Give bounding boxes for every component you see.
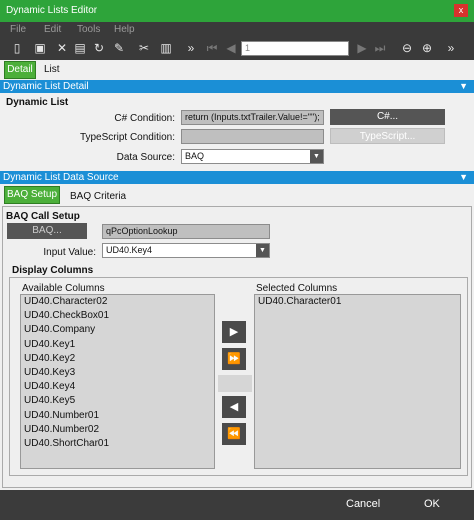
stack-icon[interactable]: ▤ <box>73 41 87 55</box>
first-record-icon[interactable]: ⏮ <box>205 41 219 55</box>
next-record-icon[interactable]: ▶ <box>355 41 369 55</box>
list-item[interactable]: UD40.Company <box>21 323 214 337</box>
csharp-condition-label: C# Condition: <box>114 113 175 124</box>
menu-bar: File Edit Tools Help <box>0 22 474 38</box>
title-bar: Dynamic Lists Editor x <box>0 0 474 22</box>
data-source-section-title: Dynamic List Data Source <box>3 172 119 183</box>
paste-icon[interactable]: ▥ <box>159 41 173 55</box>
menu-tools[interactable]: Tools <box>77 24 100 35</box>
baq-id-field[interactable]: qPcOptionLookup <box>102 224 270 239</box>
display-columns-title: Display Columns <box>12 265 94 276</box>
toolbar: ▯ ▣ ✕ ▤ ↻ ✎ ✂ ▥ » ⏮ ◀ 1 ▶ ⏭ ⊖ ⊕ » <box>0 38 474 60</box>
cut-icon[interactable]: ✂ <box>137 41 151 55</box>
save-icon[interactable]: ▣ <box>33 41 47 55</box>
group-title: Dynamic List <box>6 97 69 108</box>
list-item[interactable]: UD40.Key2 <box>21 352 214 366</box>
csharp-button[interactable]: C#... <box>330 109 445 125</box>
ok-button[interactable]: OK <box>424 498 440 510</box>
close-button[interactable]: x <box>454 4 468 17</box>
list-item[interactable]: UD40.Key3 <box>21 366 214 380</box>
tab-list[interactable]: List <box>44 64 60 75</box>
forward-icon[interactable]: ⊕ <box>420 41 434 55</box>
data-source-value: BAQ <box>185 151 205 161</box>
remove-column-button[interactable]: ◀ <box>222 396 246 418</box>
tab-baq-setup[interactable]: BAQ Setup <box>4 186 60 204</box>
list-item[interactable]: UD40.Number01 <box>21 409 214 423</box>
input-value-select[interactable]: UD40.Key4 ▼ <box>102 243 270 258</box>
available-columns-label: Available Columns <box>22 283 105 294</box>
available-columns-list[interactable]: UD40.Character02 UD40.CheckBox01 UD40.Co… <box>20 294 215 469</box>
list-item[interactable]: UD40.Key4 <box>21 380 214 394</box>
list-item[interactable]: UD40.Character02 <box>21 295 214 309</box>
list-item[interactable]: UD40.Character01 <box>255 295 460 309</box>
menu-file[interactable]: File <box>10 24 26 35</box>
menu-edit[interactable]: Edit <box>44 24 61 35</box>
top-tabs: Detail List <box>0 60 474 80</box>
list-item[interactable]: UD40.CheckBox01 <box>21 309 214 323</box>
baq-button[interactable]: BAQ... <box>7 223 87 239</box>
window-title: Dynamic Lists Editor <box>6 5 98 16</box>
refresh-icon[interactable]: ↻ <box>92 41 106 55</box>
data-source-label: Data Source: <box>116 152 175 163</box>
selected-columns-list[interactable]: UD40.Character01 <box>254 294 461 469</box>
data-source-select[interactable]: BAQ ▼ <box>181 149 324 164</box>
tab-baq-criteria[interactable]: BAQ Criteria <box>70 191 126 202</box>
pin-icon[interactable]: ▼ <box>459 171 468 184</box>
remove-all-columns-button[interactable]: ⏪ <box>222 423 246 445</box>
detail-section-title: Dynamic List Detail <box>3 81 89 92</box>
back-icon[interactable]: ⊖ <box>400 41 414 55</box>
detail-section-header: Dynamic List Detail ▼ <box>0 80 474 93</box>
add-all-columns-button[interactable]: ⏩ <box>222 348 246 370</box>
cancel-button[interactable]: Cancel <box>346 498 380 510</box>
typescript-condition-label: TypeScript Condition: <box>79 132 175 143</box>
new-icon[interactable]: ▯ <box>10 41 24 55</box>
input-value-text: UD40.Key4 <box>106 245 153 255</box>
footer-bar: Cancel OK <box>0 490 474 520</box>
typescript-button[interactable]: TypeScript... <box>330 128 445 144</box>
tab-detail[interactable]: Detail <box>4 61 36 79</box>
list-item[interactable]: UD40.ShortChar01 <box>21 437 214 451</box>
data-source-section-header: Dynamic List Data Source ▼ <box>0 171 474 184</box>
baq-call-setup-title: BAQ Call Setup <box>6 211 80 222</box>
last-record-icon[interactable]: ⏭ <box>373 41 387 55</box>
chevron-down-icon[interactable]: ▼ <box>310 150 323 163</box>
delete-icon[interactable]: ✕ <box>55 41 69 55</box>
typescript-condition-field[interactable] <box>181 129 324 144</box>
toolbar-overflow-icon[interactable]: » <box>184 41 198 55</box>
record-number-field[interactable]: 1 <box>241 41 349 56</box>
pin-icon[interactable]: ▼ <box>459 80 468 93</box>
toolbar-overflow-right-icon[interactable]: » <box>444 41 458 55</box>
clear-icon[interactable]: ✎ <box>112 41 126 55</box>
chevron-down-icon[interactable]: ▼ <box>256 244 269 257</box>
menu-help[interactable]: Help <box>114 24 135 35</box>
list-item[interactable]: UD40.Key1 <box>21 338 214 352</box>
input-value-label: Input Value: <box>43 247 96 258</box>
list-item[interactable]: UD40.Key5 <box>21 394 214 408</box>
list-item[interactable]: UD40.Number02 <box>21 423 214 437</box>
selected-columns-label: Selected Columns <box>256 283 338 294</box>
prev-record-icon[interactable]: ◀ <box>224 41 238 55</box>
csharp-condition-field[interactable]: return (Inputs.txtTrailer.Value!=""); <box>181 110 324 125</box>
add-column-button[interactable]: ▶ <box>222 321 246 343</box>
arrow-spacer <box>218 375 252 392</box>
